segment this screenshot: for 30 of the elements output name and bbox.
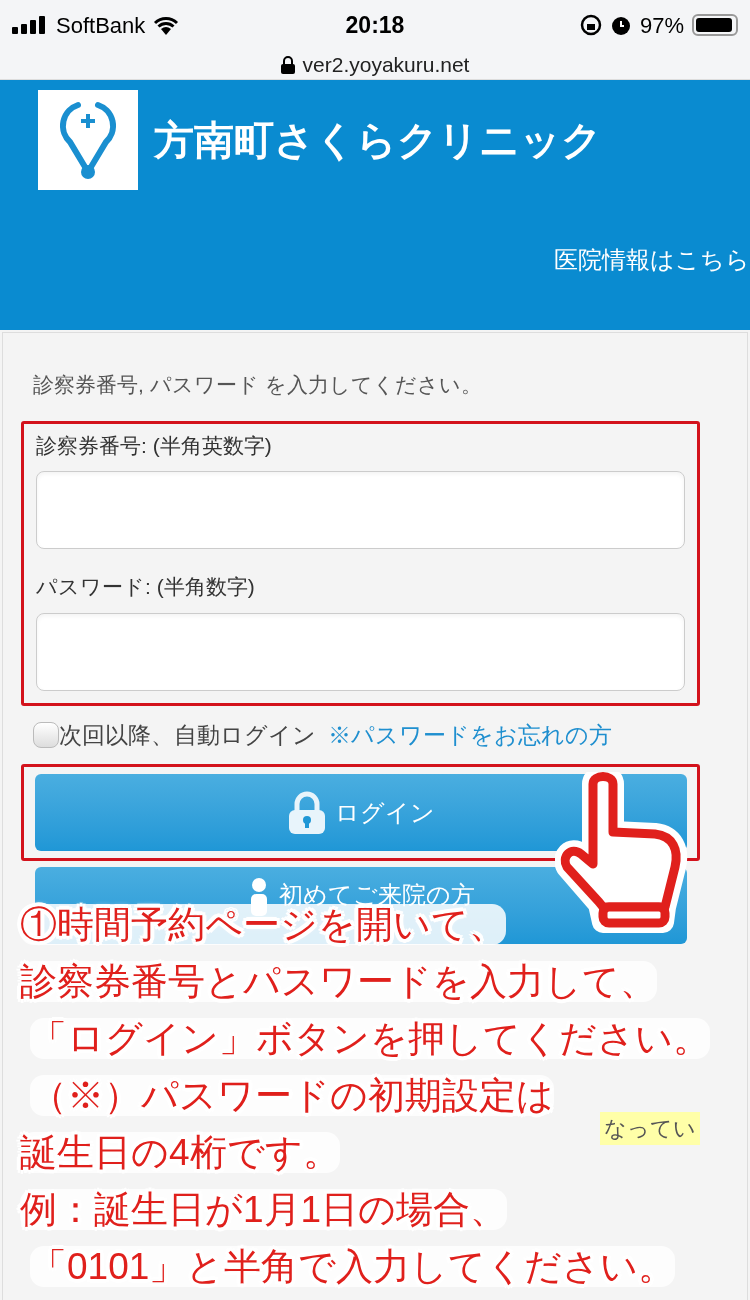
instruction-text: 診察券番号, パスワード を入力してください。 (32, 372, 483, 398)
battery-percentage: 97% (639, 11, 684, 40)
annotation-text: 「ログイン」ボタンを押してください。 (30, 1018, 710, 1059)
auto-login-checkbox[interactable] (33, 721, 59, 748)
annotation-text: ①時間予約ページを開いて、 (20, 904, 506, 945)
padlock-icon (287, 790, 327, 835)
text-input-field[interactable] (36, 612, 685, 691)
signal-icon (12, 16, 48, 34)
battery-icon (692, 14, 738, 36)
clinic-info-link[interactable]: 医院情報はこちら (554, 242, 750, 278)
auto-login-label: 次回以降、自動ログイン (59, 720, 316, 750)
annotation-text: 診察券番号とパスワードを入力して、 (20, 961, 657, 1002)
login-button[interactable]: ログイン (35, 774, 687, 851)
carrier-name: SoftBank (56, 11, 146, 40)
annotation-text: 例：誕生日が1月1日の場合、 (20, 1189, 508, 1230)
clinic-name: 方南町さくらクリニック (154, 117, 602, 164)
lock-icon (280, 55, 295, 74)
field-label: パスワード: (半角数字) (36, 574, 256, 600)
forgot-password-link[interactable]: ※パスワードをお忘れの方 (328, 717, 612, 752)
clock-time: 20:18 (345, 10, 405, 40)
text-input-field[interactable] (36, 471, 685, 549)
wifi-icon (153, 15, 180, 35)
annotation-text: 誕生日の4桁です。 (20, 1132, 340, 1173)
annotation-text: 「0101」と半角で入力してください。 (30, 1246, 676, 1287)
field-label: 診察券番号: (半角英数字) (36, 432, 273, 459)
annotation-text: （※）パスワードの初期設定は (30, 1075, 554, 1116)
highlighted-text: なってい (600, 1112, 700, 1145)
alarm-icon (609, 14, 632, 36)
url-text[interactable]: ver2.yoyakuru.net (302, 48, 470, 81)
rotation-lock-icon (579, 14, 602, 36)
